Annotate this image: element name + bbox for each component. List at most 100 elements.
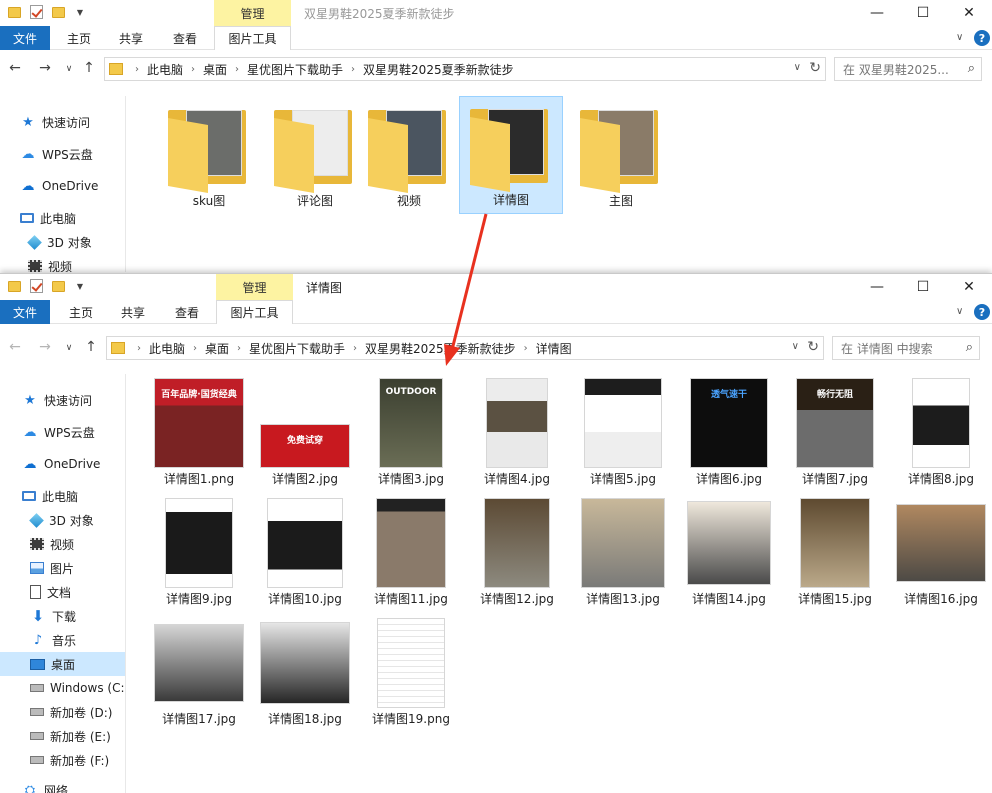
file-item[interactable]: 畅行无阻 详情图7.jpg	[783, 374, 887, 490]
tab-home[interactable]: 主页	[56, 26, 102, 50]
file-item[interactable]: 详情图10.jpg	[253, 494, 357, 610]
nav-item[interactable]: 视频	[0, 254, 125, 272]
address-bar[interactable]: › 此电脑 › 桌面 › 星优图片下载助手 › 双星男鞋2025夏季新款徒步 › 详情图 ∨ ↻	[106, 336, 824, 360]
context-tab-manage[interactable]: 管理	[214, 0, 291, 26]
file-item[interactable]: 详情图16.jpg	[889, 494, 992, 610]
nav-item[interactable]: 视频	[0, 532, 125, 556]
chevron-down-icon[interactable]: ∨	[792, 341, 799, 352]
breadcrumb-item[interactable]: 星优图片下载助手	[247, 61, 343, 78]
nav-item[interactable]: ⛭ 网络	[0, 778, 125, 793]
new-folder-icon[interactable]	[50, 4, 66, 20]
chevron-right-icon[interactable]: ›	[524, 343, 528, 354]
nav-item[interactable]: ☁ WPS云盘	[0, 420, 125, 444]
new-folder-icon[interactable]	[50, 278, 66, 294]
tab-file[interactable]: 文件	[0, 26, 50, 50]
nav-item[interactable]: 图片	[0, 556, 125, 580]
file-item[interactable]: 百年品牌·国货经典 详情图1.png	[147, 374, 251, 490]
file-item[interactable]: 详情图13.jpg	[571, 494, 675, 610]
nav-item[interactable]: ⬇ 下载	[0, 604, 125, 628]
breadcrumb-item[interactable]: 桌面	[203, 61, 227, 78]
tab-picture-tools[interactable]: 图片工具	[214, 26, 291, 50]
chevron-down-icon[interactable]: ∨	[956, 306, 963, 317]
maximize-button[interactable]: ☐	[900, 0, 946, 26]
chevron-right-icon[interactable]: ›	[353, 343, 357, 354]
folder-item[interactable]: sku图	[157, 98, 261, 216]
tab-share[interactable]: 共享	[108, 26, 154, 50]
nav-item[interactable]: 新加卷 (F:)	[0, 748, 125, 772]
file-item[interactable]: 详情图17.jpg	[147, 614, 251, 730]
folder-item[interactable]: 详情图	[459, 96, 563, 214]
tab-share[interactable]: 共享	[110, 300, 156, 324]
file-item[interactable]: OUTDOOR 详情图3.jpg	[359, 374, 463, 490]
breadcrumb-item[interactable]: 桌面	[205, 340, 229, 357]
folder-item[interactable]: 评论图	[263, 98, 367, 216]
nav-item[interactable]: 3D 对象	[0, 230, 125, 254]
tab-file[interactable]: 文件	[0, 300, 50, 324]
tab-view[interactable]: 查看	[162, 26, 208, 50]
nav-item[interactable]: 桌面	[0, 652, 125, 676]
file-item[interactable]: 免费试穿 详情图2.jpg	[253, 374, 357, 490]
nav-item[interactable]: ☁ WPS云盘	[0, 142, 125, 166]
nav-item[interactable]: ☁ OneDrive	[0, 174, 125, 198]
properties-icon[interactable]	[28, 278, 44, 294]
chevron-down-icon[interactable]: ▼	[72, 4, 88, 20]
back-button[interactable]: ←	[6, 60, 24, 76]
chevron-right-icon[interactable]: ›	[351, 64, 355, 75]
chevron-right-icon[interactable]: ›	[193, 343, 197, 354]
file-item[interactable]: 详情图5.jpg	[571, 374, 675, 490]
file-item[interactable]: 详情图18.jpg	[253, 614, 357, 730]
breadcrumb-item[interactable]: 此电脑	[149, 340, 185, 357]
file-item[interactable]: 详情图8.jpg	[889, 374, 992, 490]
file-item[interactable]: 透气速干 详情图6.jpg	[677, 374, 781, 490]
folder-icon[interactable]	[6, 278, 22, 294]
tab-view[interactable]: 查看	[164, 300, 210, 324]
minimize-button[interactable]: —	[854, 274, 900, 300]
nav-item[interactable]: 3D 对象	[0, 508, 125, 532]
nav-item[interactable]: Windows (C:	[0, 676, 125, 700]
file-item[interactable]: 详情图4.jpg	[465, 374, 569, 490]
minimize-button[interactable]: —	[854, 0, 900, 26]
breadcrumb-item[interactable]: 星优图片下载助手	[249, 340, 345, 357]
chevron-right-icon[interactable]: ›	[191, 64, 195, 75]
tab-home[interactable]: 主页	[58, 300, 104, 324]
nav-item[interactable]: 此电脑	[0, 206, 125, 230]
nav-item[interactable]: 新加卷 (D:)	[0, 700, 125, 724]
help-icon[interactable]: ?	[974, 30, 990, 46]
recent-locations-button[interactable]: ∨	[60, 64, 78, 74]
file-item[interactable]: 详情图9.jpg	[147, 494, 251, 610]
search-input[interactable]: 在 详情图 中搜索 ⌕	[832, 336, 980, 360]
chevron-right-icon[interactable]: ›	[137, 343, 141, 354]
forward-button[interactable]: →	[36, 339, 54, 355]
refresh-icon[interactable]: ↻	[807, 339, 819, 355]
chevron-right-icon[interactable]: ›	[135, 64, 139, 75]
back-button[interactable]: ←	[6, 339, 24, 355]
chevron-down-icon[interactable]: ∨	[956, 32, 963, 43]
file-item[interactable]: 详情图11.jpg	[359, 494, 463, 610]
refresh-icon[interactable]: ↻	[809, 60, 821, 76]
breadcrumb-item[interactable]: 此电脑	[147, 61, 183, 78]
nav-item[interactable]: ★ 快速访问	[0, 388, 125, 412]
context-tab-manage[interactable]: 管理	[216, 274, 293, 300]
nav-item[interactable]: ☁ OneDrive	[0, 452, 125, 476]
address-bar[interactable]: › 此电脑 › 桌面 › 星优图片下载助手 › 双星男鞋2025夏季新款徒步 ∨ ↻	[104, 57, 826, 81]
nav-item[interactable]: ♪ 音乐	[0, 628, 125, 652]
folder-item[interactable]: 视频	[357, 98, 461, 216]
file-item[interactable]: 详情图14.jpg	[677, 494, 781, 610]
maximize-button[interactable]: ☐	[900, 274, 946, 300]
folder-item[interactable]: 主图	[569, 98, 673, 216]
file-item[interactable]: 详情图15.jpg	[783, 494, 887, 610]
up-button[interactable]: ↑	[80, 60, 98, 76]
breadcrumb-item[interactable]: 双星男鞋2025夏季新款徒步	[365, 340, 516, 357]
breadcrumb-item[interactable]: 双星男鞋2025夏季新款徒步	[363, 61, 514, 78]
tab-picture-tools[interactable]: 图片工具	[216, 300, 293, 324]
file-item[interactable]: 详情图19.png	[359, 614, 463, 730]
help-icon[interactable]: ?	[974, 304, 990, 320]
chevron-right-icon[interactable]: ›	[235, 64, 239, 75]
nav-item[interactable]: 此电脑	[0, 484, 125, 508]
chevron-down-icon[interactable]: ∨	[794, 62, 801, 73]
properties-icon[interactable]	[28, 4, 44, 20]
chevron-right-icon[interactable]: ›	[237, 343, 241, 354]
search-input[interactable]: 在 双星男鞋2025... ⌕	[834, 57, 982, 81]
nav-item[interactable]: 新加卷 (E:)	[0, 724, 125, 748]
chevron-down-icon[interactable]: ▼	[72, 278, 88, 294]
